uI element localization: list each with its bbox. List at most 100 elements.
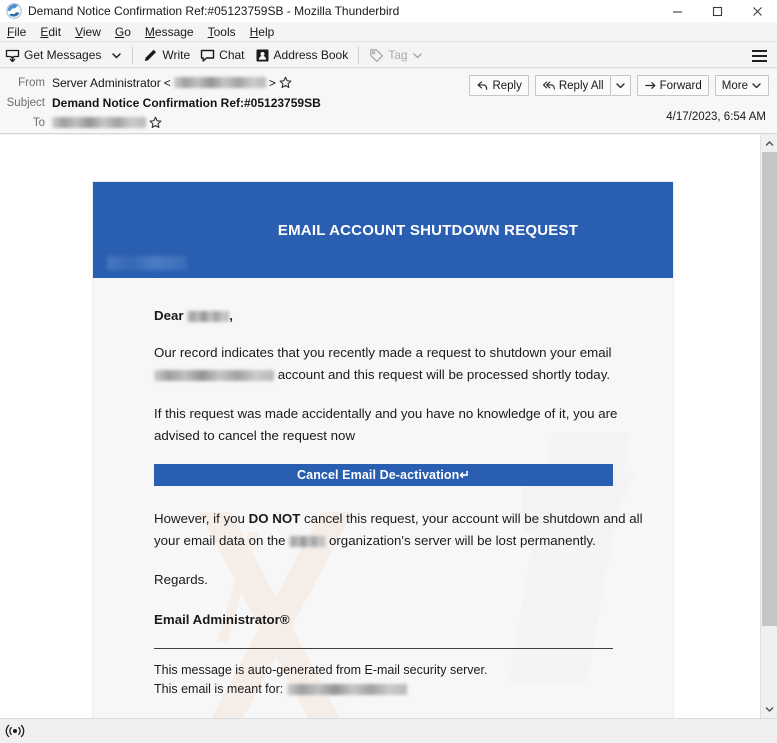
- address-book-button[interactable]: Address Book: [250, 44, 354, 67]
- address-book-icon: [255, 48, 270, 63]
- paragraph-1-text-after: account and this request will be process…: [277, 367, 611, 383]
- menu-edit[interactable]: Edit: [33, 22, 68, 42]
- paragraph-warning: However, if you DO NOT cancel this reque…: [154, 508, 647, 552]
- header-row-from: From Server Administrator < >: [0, 73, 292, 92]
- get-messages-dropdown[interactable]: [106, 44, 127, 67]
- email-banner: EMAIL ACCOUNT SHUTDOWN REQUEST: [93, 182, 673, 278]
- subject-value: Demand Notice Confirmation Ref:#05123759…: [52, 95, 321, 110]
- maximize-button[interactable]: [697, 0, 737, 22]
- header-row-subject: Subject Demand Notice Confirmation Ref:#…: [0, 93, 321, 112]
- reply-label: Reply: [492, 79, 522, 92]
- minimize-button[interactable]: [657, 0, 697, 22]
- menu-file[interactable]: File: [0, 22, 33, 42]
- scroll-up-button[interactable]: [761, 135, 777, 152]
- forward-button[interactable]: Forward: [636, 75, 709, 96]
- scroll-down-button[interactable]: [761, 701, 777, 718]
- banner-title: EMAIL ACCOUNT SHUTDOWN REQUEST: [277, 221, 579, 239]
- broadcast-icon: [4, 723, 26, 739]
- star-icon[interactable]: [149, 116, 162, 129]
- footer-line-2-wrap: This email is meant for:: [154, 680, 647, 699]
- reply-button[interactable]: Reply: [469, 75, 529, 96]
- get-messages-button[interactable]: Get Messages: [0, 44, 106, 67]
- reply-arrow-icon: [476, 79, 489, 92]
- pencil-icon: [143, 48, 158, 63]
- email-content-panel: EMAIL ACCOUNT SHUTDOWN REQUEST Dear , Ou…: [93, 182, 673, 718]
- regards-line: Regards.: [154, 572, 208, 588]
- title-bar: Demand Notice Confirmation Ref:#05123759…: [0, 0, 777, 22]
- menu-bar: File Edit View Go Message Tools Help: [0, 22, 777, 42]
- signature-line: Email Administrator®: [154, 611, 290, 627]
- greeting-suffix: ,: [229, 308, 233, 323]
- chevron-down-icon: [111, 50, 122, 61]
- forward-label: Forward: [659, 79, 702, 92]
- tag-button[interactable]: Tag: [364, 44, 427, 67]
- thunderbird-window: Demand Notice Confirmation Ref:#05123759…: [0, 0, 777, 743]
- write-button[interactable]: Write: [138, 44, 195, 67]
- to-address-redacted: [52, 117, 146, 128]
- organization-name-redacted: [289, 536, 326, 548]
- from-angle-open: <: [163, 75, 171, 90]
- forward-arrow-icon: [644, 79, 657, 92]
- do-not-emphasis: DO NOT: [248, 511, 301, 527]
- email-footer: This message is auto-generated from E-ma…: [154, 661, 647, 700]
- reply-all-dropdown-button[interactable]: [610, 75, 631, 96]
- to-value[interactable]: [52, 116, 162, 129]
- greeting-paragraph: Dear ,: [154, 305, 647, 327]
- from-label: From: [18, 76, 45, 89]
- paragraph-3-text-a: However, if you: [154, 511, 249, 527]
- reply-all-arrow-icon: [542, 79, 556, 92]
- get-messages-label: Get Messages: [24, 48, 102, 62]
- menu-message[interactable]: Message: [138, 22, 201, 42]
- get-messages-icon: [5, 48, 20, 63]
- chat-button[interactable]: Chat: [195, 44, 249, 67]
- recipient-name-redacted: [187, 310, 230, 322]
- footer-divider: [154, 647, 613, 649]
- window-controls: [657, 0, 777, 22]
- star-icon[interactable]: [279, 76, 292, 89]
- from-address-redacted: [173, 77, 266, 88]
- cancel-deactivation-button[interactable]: Cancel Email De-activation↵: [154, 464, 613, 487]
- footer-line-1: This message is auto-generated from E-ma…: [154, 662, 488, 677]
- vertical-scrollbar[interactable]: [760, 135, 777, 718]
- close-button[interactable]: [737, 0, 777, 22]
- toolbar-separator: [132, 46, 134, 64]
- address-book-label: Address Book: [273, 48, 349, 62]
- paragraph-3-text-c: organization's server will be lost perma…: [328, 533, 596, 549]
- reply-all-label: Reply All: [558, 79, 604, 92]
- footer-line-2: This email is meant for:: [154, 681, 284, 696]
- hamburger-icon-bar: [751, 54, 767, 57]
- reply-all-button[interactable]: Reply All: [534, 75, 611, 96]
- subject-label: Subject: [6, 96, 45, 109]
- footer-email-redacted: [287, 684, 408, 696]
- menu-tools[interactable]: Tools: [201, 22, 243, 42]
- message-date: 4/17/2023, 6:54 AM: [666, 111, 766, 123]
- chat-label: Chat: [219, 48, 245, 62]
- paragraph-request-notice: Our record indicates that you recently m…: [154, 342, 647, 386]
- paragraph-1-text-before: Our record indicates that you recently m…: [154, 345, 612, 361]
- scrollbar-thumb[interactable]: [762, 152, 777, 626]
- more-button[interactable]: More: [714, 75, 769, 96]
- chevron-down-icon: [751, 80, 762, 91]
- from-display-name: Server Administrator: [52, 75, 161, 90]
- account-email-redacted: [154, 370, 274, 382]
- paragraph-accidental-notice: If this request was made accidentally an…: [154, 406, 618, 444]
- tag-chevron-down-icon: [412, 50, 423, 61]
- thunderbird-icon: [6, 3, 22, 19]
- menu-go[interactable]: Go: [108, 22, 138, 42]
- hamburger-icon-bar: [751, 49, 767, 52]
- toolbar-separator-2: [358, 46, 360, 64]
- chevron-down-icon: [615, 80, 626, 91]
- chat-bubble-icon: [200, 48, 215, 63]
- write-label: Write: [162, 48, 191, 62]
- banner-logo-redacted: [107, 256, 187, 270]
- menu-view[interactable]: View: [68, 22, 108, 42]
- from-value[interactable]: Server Administrator < >: [52, 76, 292, 90]
- greeting-prefix: Dear: [154, 308, 184, 323]
- message-body-pane: EMAIL ACCOUNT SHUTDOWN REQUEST Dear , Ou…: [0, 135, 760, 718]
- footer-line-1-wrap: This message is auto-generated from E-ma…: [154, 661, 647, 680]
- main-toolbar: Get Messages Write Chat Address Book Tag: [0, 43, 777, 68]
- status-bar: [0, 718, 777, 743]
- tag-icon: [369, 48, 384, 63]
- app-menu-button[interactable]: [747, 46, 771, 65]
- menu-help[interactable]: Help: [243, 22, 282, 42]
